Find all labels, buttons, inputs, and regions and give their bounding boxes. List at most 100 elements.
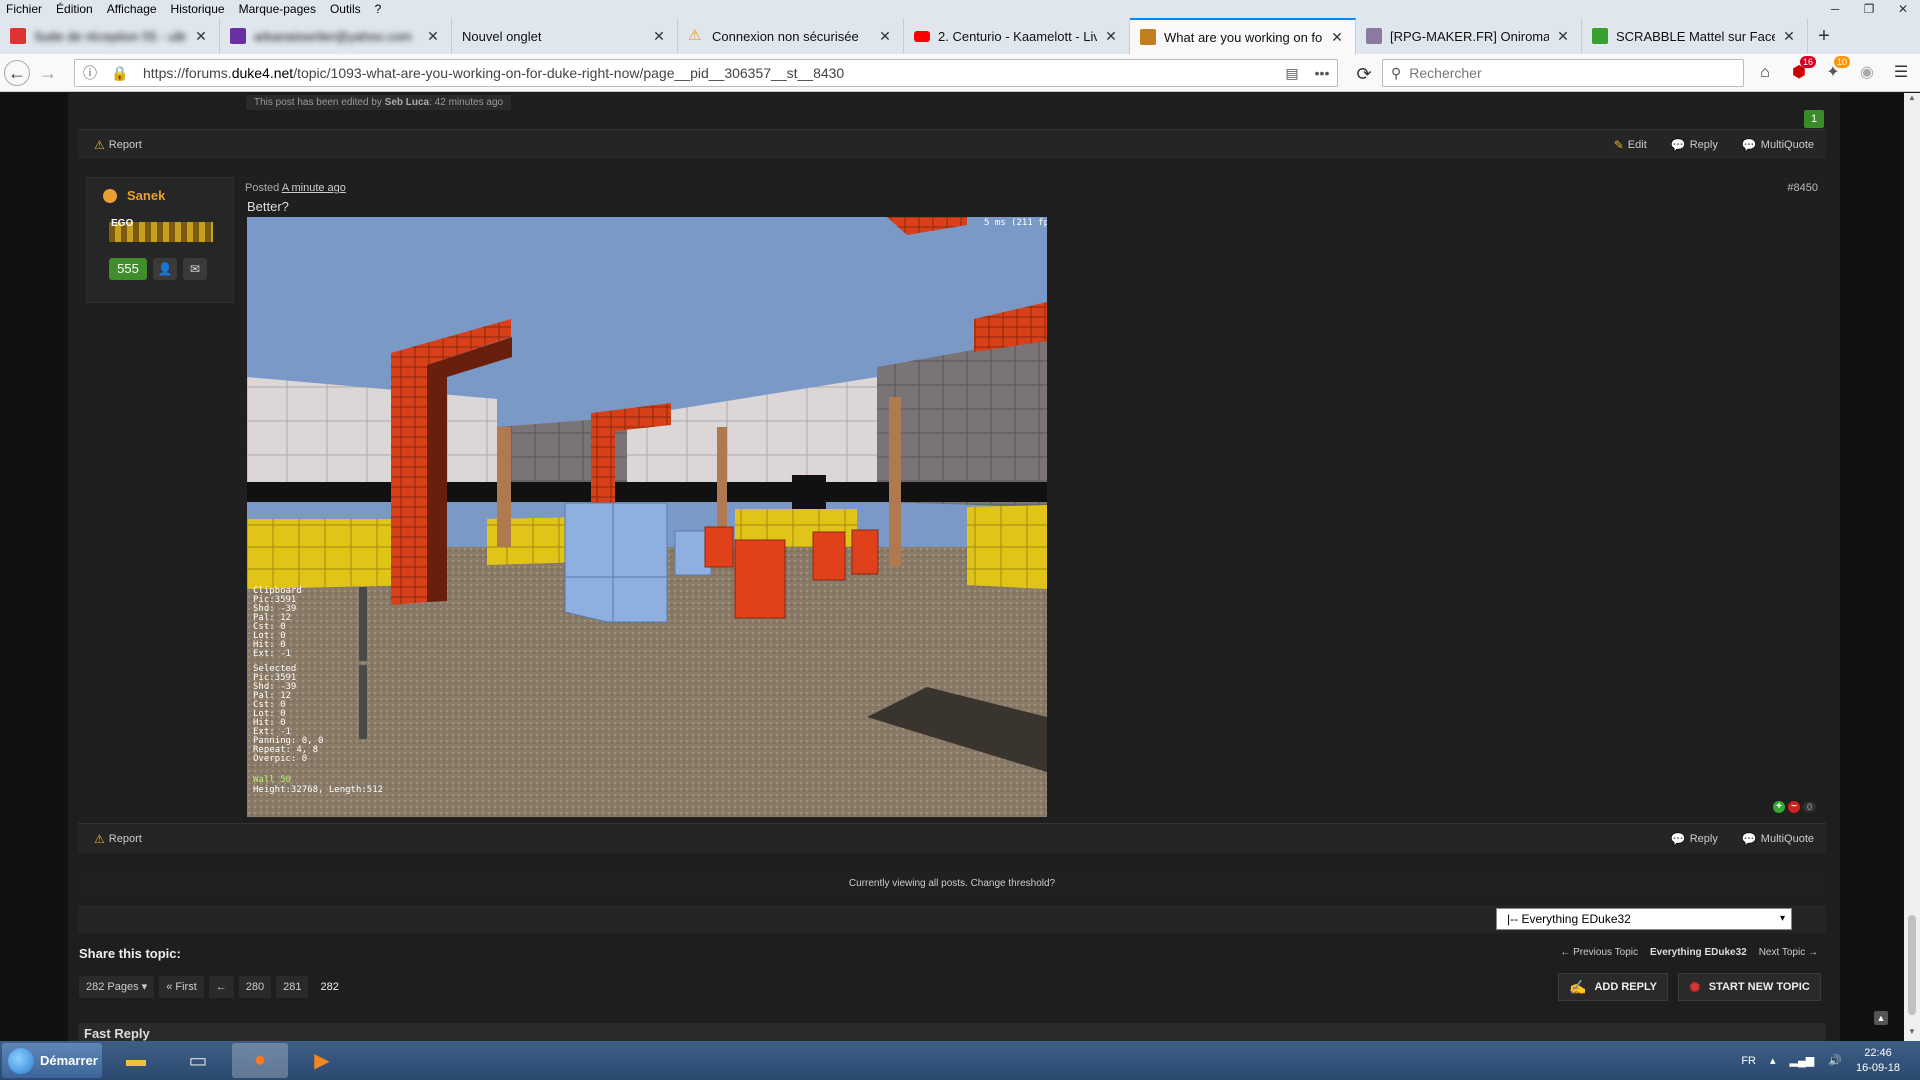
close-window-icon[interactable]: ✕ — [1886, 0, 1920, 18]
menu-view[interactable]: Affichage — [101, 2, 165, 16]
tab-mail-2[interactable]: arkanaiswriter@yahoo.com ✕ — [220, 18, 452, 54]
first-page-button[interactable]: « First — [159, 976, 204, 998]
current-forum-link[interactable]: Everything EDuke32 — [1650, 947, 1747, 958]
scroll-down-icon[interactable]: ▼ — [1904, 1027, 1920, 1041]
threshold-notice[interactable]: Currently viewing all posts. Change thre… — [78, 871, 1826, 897]
start-new-topic-button[interactable]: ✹ START NEW TOPIC — [1678, 973, 1821, 1001]
close-tab-icon[interactable]: ✕ — [193, 28, 209, 45]
tab-insecure[interactable]: ⚠ Connexion non sécurisée ✕ — [678, 18, 904, 54]
network-icon[interactable]: ▂▄▆ — [1790, 1054, 1815, 1067]
tab-rpgmaker[interactable]: [RPG-MAKER.FR] Oniromancie ✕ — [1356, 18, 1582, 54]
report-button[interactable]: ⚠ Report — [82, 138, 154, 152]
clock[interactable]: 22:46 16-09-18 — [1856, 1046, 1900, 1076]
volume-icon[interactable]: 🔊 — [1828, 1054, 1842, 1067]
right-yellow-boxes — [967, 505, 1047, 589]
adblock-icon[interactable]: ⬢ 16 — [1786, 56, 1816, 86]
fps-counter: 5 ms (211 fps) — [984, 218, 1047, 228]
taskbar-explorer[interactable]: ▬ — [108, 1043, 164, 1078]
profile-icon[interactable]: ◉ — [1854, 60, 1880, 86]
multiquote-button[interactable]: 💬 MultiQuote — [1730, 832, 1826, 846]
tab-scrabble[interactable]: SCRABBLE Mattel sur Facebook ✕ — [1582, 18, 1808, 54]
close-tab-icon[interactable]: ✕ — [877, 28, 893, 45]
menu-bookmarks[interactable]: Marque-pages — [233, 2, 324, 16]
lock-warning-icon[interactable]: 🔒 — [105, 65, 135, 82]
reply-button[interactable]: 💬 Reply — [1659, 832, 1730, 846]
media-player-icon: ▶ — [314, 1050, 330, 1072]
author-name[interactable]: Sanek — [127, 188, 165, 203]
menu-tools[interactable]: Outils — [324, 2, 369, 16]
previous-topic-link[interactable]: ← Previous Topic — [1560, 947, 1638, 958]
language-indicator[interactable]: FR — [1741, 1055, 1756, 1067]
reply-button[interactable]: 💬 Reply — [1659, 138, 1730, 152]
tab-duke4-active[interactable]: What are you working on for Duke ✕ — [1130, 18, 1356, 54]
menu-help[interactable]: ? — [369, 2, 390, 16]
menu-file[interactable]: Fichier — [0, 2, 50, 16]
menu-history[interactable]: Historique — [165, 2, 233, 16]
add-reply-button[interactable]: ✍ ADD REPLY — [1558, 973, 1668, 1001]
rep-up-icon[interactable]: + — [1772, 801, 1785, 813]
info-icon[interactable]: ⓘ — [75, 63, 105, 83]
page-actions-icon[interactable]: ••• — [1307, 65, 1337, 81]
rep-down-icon[interactable]: − — [1787, 801, 1800, 813]
search-input[interactable]: ⚲ Rechercher — [1382, 59, 1744, 87]
edited-by[interactable]: Seb Luca — [385, 97, 429, 108]
post-number[interactable]: #8450 — [1787, 182, 1818, 194]
profile-button[interactable]: 👤 — [153, 258, 177, 280]
tab-mail-1[interactable]: Suite de réception 55 - ultra ✕ — [0, 18, 220, 54]
minimize-icon[interactable]: ─ — [1818, 0, 1852, 18]
edit-button[interactable]: ✎ Edit — [1602, 138, 1659, 152]
close-tab-icon[interactable]: ✕ — [1555, 28, 1571, 45]
scroll-up-icon[interactable]: ▲ — [1904, 93, 1920, 107]
tab-new[interactable]: Nouvel onglet ✕ — [452, 18, 678, 54]
page-link[interactable]: 281 — [276, 976, 309, 998]
url-bar[interactable]: ⓘ 🔒 https://forums.duke4.net/topic/1093-… — [74, 59, 1338, 87]
multiquote-button[interactable]: 💬 MultiQuote — [1730, 138, 1826, 152]
add-reply-label: ADD REPLY — [1594, 981, 1657, 993]
taskbar-computer[interactable]: ▭ — [170, 1043, 226, 1078]
game-screenshot[interactable]: 5 ms (211 fps) Clipboard Pic:3591 Shd: -… — [247, 217, 1047, 817]
url-text[interactable]: https://forums.duke4.net/topic/1093-what… — [143, 65, 1277, 81]
taskbar-media-player[interactable]: ▶ — [294, 1043, 350, 1078]
tab-title: [RPG-MAKER.FR] Oniromancie — [1390, 28, 1549, 44]
reload-button[interactable]: ⟳ — [1350, 60, 1378, 88]
close-tab-icon[interactable]: ✕ — [651, 28, 667, 45]
start-new-topic-label: START NEW TOPIC — [1708, 981, 1810, 993]
start-button[interactable]: Démarrer — [2, 1043, 102, 1078]
pages-dropdown[interactable]: 282 Pages ▾ — [79, 976, 155, 998]
close-tab-icon[interactable]: ✕ — [1103, 28, 1119, 45]
extension-icon[interactable]: ✦ 10 — [1820, 56, 1850, 86]
tab-title: Connexion non sécurisée — [712, 28, 859, 44]
back-button[interactable]: ← — [4, 59, 30, 86]
message-button[interactable]: ✉ — [183, 258, 207, 280]
posted-when[interactable]: A minute ago — [282, 182, 346, 194]
menu-icon[interactable]: ☰ — [1888, 60, 1914, 86]
red-crate — [812, 531, 846, 581]
topic-navigation: ← Previous Topic Everything EDuke32 Next… — [1560, 947, 1818, 958]
computer-icon: ▭ — [188, 1050, 208, 1072]
close-tab-icon[interactable]: ✕ — [1329, 29, 1345, 46]
forward-button[interactable]: → — [34, 59, 62, 87]
scroll-top-icon[interactable]: ▲ — [1874, 1011, 1888, 1025]
menu-edit[interactable]: Édition — [50, 2, 101, 16]
red-crate — [704, 526, 734, 568]
scrollbar-thumb[interactable] — [1908, 915, 1916, 1015]
forum-jump-select[interactable]: |-- Everything EDuke32 ▾ — [1496, 908, 1792, 930]
tab-youtube[interactable]: 2. Centurio - Kaamelott - Livre ✕ — [904, 18, 1130, 54]
page-scrollbar[interactable]: ▲ ▼ — [1904, 93, 1920, 1041]
hud-height-line: Height:32768, Length:512 — [253, 785, 383, 795]
report-button[interactable]: ⚠ Report — [82, 832, 154, 846]
home-icon[interactable]: ⌂ — [1752, 60, 1778, 86]
new-tab-button[interactable]: + — [1808, 18, 1840, 54]
page-link[interactable]: 280 — [238, 976, 272, 998]
close-tab-icon[interactable]: ✕ — [425, 28, 441, 45]
close-tab-icon[interactable]: ✕ — [1781, 28, 1797, 45]
prev-page-button[interactable]: ← — [208, 976, 234, 998]
build-engine-scene: 5 ms (211 fps) Clipboard Pic:3591 Shd: -… — [247, 217, 1047, 817]
restore-icon[interactable]: ❐ — [1852, 0, 1886, 18]
taskbar-firefox[interactable]: ● — [232, 1043, 288, 1078]
reader-view-icon[interactable]: ▤ — [1277, 65, 1307, 82]
tray-arrow-icon[interactable]: ▴ — [1770, 1054, 1776, 1067]
reply-icon: ✍ — [1569, 978, 1587, 995]
next-topic-link[interactable]: Next Topic → — [1759, 947, 1818, 958]
red-crate — [851, 529, 879, 575]
